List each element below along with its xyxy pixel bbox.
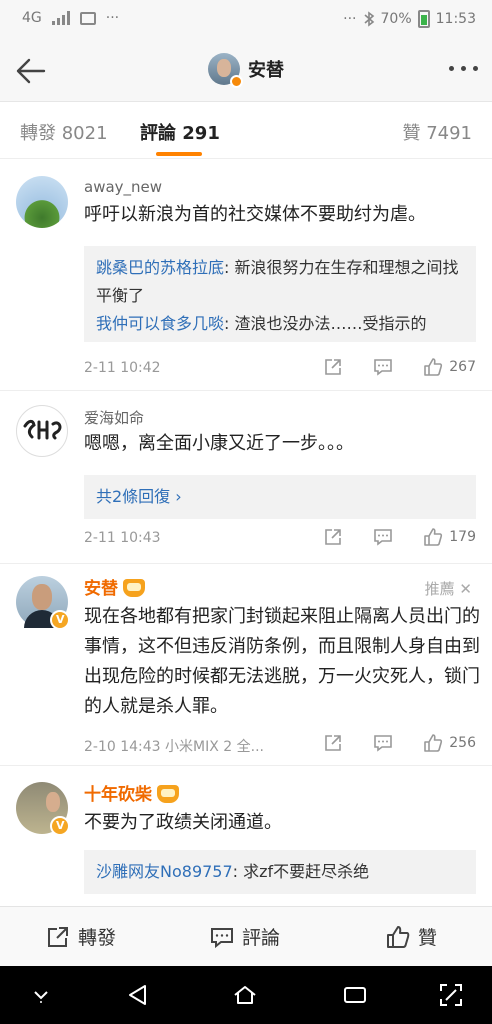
- repost-icon: [48, 926, 68, 947]
- repost-label: 轉發: [78, 927, 117, 949]
- reply-icon[interactable]: [373, 733, 393, 753]
- divider: [0, 390, 492, 391]
- comment-text: 嗯嗯，离全面小康又近了一步。。。: [84, 433, 354, 454]
- like-count: 267: [449, 359, 476, 375]
- vip-crown-icon: [123, 579, 145, 597]
- comment-time: 2-11 10:42: [84, 360, 161, 376]
- comment-username[interactable]: 爱海如命: [84, 407, 144, 428]
- reply-text: : 渣浪也没办法……受指示的: [224, 314, 427, 333]
- comment-meta: 2-11 10:42 267: [84, 357, 476, 381]
- tab-like[interactable]: 贊 7491: [402, 119, 472, 145]
- fullscreen-gesture-icon[interactable]: [438, 982, 464, 1008]
- home-icon[interactable]: [232, 982, 258, 1008]
- comment-time: 2-11 10:43: [84, 530, 161, 546]
- reply-username[interactable]: 沙雕网友No89757: [96, 862, 233, 881]
- avatar[interactable]: [16, 405, 68, 457]
- reply-username[interactable]: 跳桑巴的苏格拉底: [96, 258, 224, 277]
- hide-keyboard-icon[interactable]: [28, 982, 54, 1008]
- top-header: 安替: [0, 40, 492, 102]
- tab-comment[interactable]: 評論 291: [140, 119, 220, 145]
- comment-username-text: 安替: [84, 579, 118, 599]
- battery-percent: 70%: [380, 11, 412, 27]
- clock: 11:53: [435, 11, 476, 27]
- comment-text: 现在各地都有把家门封锁起来阻止隔离人员出门的事情，这不但违反消防条例，而且限制人…: [84, 606, 480, 717]
- tab-repost[interactable]: 轉發 8021: [20, 119, 108, 145]
- verified-badge-icon: [50, 816, 70, 836]
- share-icon[interactable]: [323, 357, 343, 377]
- like-label: 贊: [418, 927, 438, 949]
- header-profile[interactable]: 安替: [208, 53, 284, 88]
- verified-badge-icon: [230, 75, 243, 88]
- like-button[interactable]: 179: [423, 527, 476, 547]
- image-notification-icon: [79, 11, 96, 25]
- divider: [0, 563, 492, 564]
- network-indicator: 4G: [22, 10, 42, 26]
- recommend-dismiss[interactable]: 推薦 ✕: [425, 578, 472, 599]
- reply-box[interactable]: 共2條回復 ›: [84, 475, 476, 519]
- verified-badge-icon: [50, 610, 70, 630]
- repost-button[interactable]: 轉發: [46, 923, 116, 950]
- header-avatar[interactable]: [208, 53, 243, 88]
- comment-text: 不要为了政绩关闭通道。: [84, 812, 282, 833]
- avatar[interactable]: [16, 176, 68, 228]
- avatar[interactable]: [16, 782, 70, 836]
- comment-username-text: 十年砍柴: [84, 785, 152, 805]
- comment-username[interactable]: 十年砍柴: [84, 780, 179, 805]
- reply-item[interactable]: 我仲可以食多几啖: 渣浪也没办法……受指示的: [96, 310, 464, 338]
- comment-text: 呼吁以新浪为首的社交媒体不要助纣为虐。: [84, 204, 426, 225]
- reply-item[interactable]: 跳桑巴的苏格拉底: 新浪很努力在生存和理想之间找平衡了: [96, 254, 464, 310]
- comment-username[interactable]: away_new: [84, 178, 162, 196]
- comment-button[interactable]: 評論: [210, 923, 280, 950]
- like-button[interactable]: 267: [423, 357, 476, 377]
- like-button[interactable]: 256: [423, 733, 476, 753]
- recent-apps-icon[interactable]: [342, 982, 368, 1008]
- reply-text: : 求zf不要赶尽杀绝: [232, 862, 370, 881]
- reply-item[interactable]: 沙雕网友No89757: 求zf不要赶尽杀绝: [96, 858, 464, 886]
- status-bar: 4G ··· ··· 70% 11:53: [0, 0, 492, 40]
- reply-box[interactable]: 跳桑巴的苏格拉底: 新浪很努力在生存和理想之间找平衡了 我仲可以食多几啖: 渣浪…: [84, 246, 476, 342]
- signal-icon: [51, 11, 70, 25]
- share-icon[interactable]: [323, 527, 343, 547]
- comment-meta: 2-11 10:43 179: [84, 527, 476, 551]
- comment-icon: [211, 927, 233, 948]
- divider: [0, 765, 492, 766]
- view-more-replies-link[interactable]: 共2條回復 ›: [96, 487, 182, 506]
- thumbs-up-icon: [424, 528, 443, 546]
- system-nav-bar: [0, 966, 492, 1024]
- back-arrow-icon[interactable]: [14, 54, 48, 88]
- header-title: 安替: [248, 60, 284, 81]
- like-count: 179: [449, 529, 476, 545]
- status-more-left: ···: [105, 10, 120, 26]
- comment-label: 評論: [242, 927, 281, 949]
- tab-bar: 轉發 8021 評論 291 贊 7491: [0, 103, 492, 159]
- more-options-icon[interactable]: [449, 66, 478, 71]
- comment-meta: 2-10 14:43 小米MIX 2 全... 256: [84, 733, 476, 757]
- bottom-action-bar: 轉發 評論 贊: [0, 906, 492, 966]
- reply-username[interactable]: 我仲可以食多几啖: [96, 314, 224, 333]
- bluetooth-icon: [363, 11, 374, 27]
- back-icon[interactable]: [125, 982, 151, 1008]
- reply-box[interactable]: 沙雕网友No89757: 求zf不要赶尽杀绝: [84, 850, 476, 894]
- vip-crown-icon: [157, 785, 179, 803]
- avatar[interactable]: [16, 576, 70, 630]
- like-post-button[interactable]: 贊: [386, 923, 437, 950]
- comment-time: 2-10 14:43 小米MIX 2 全...: [84, 739, 264, 755]
- status-more-right: ···: [343, 11, 357, 27]
- comment-username[interactable]: 安替: [84, 574, 145, 599]
- like-count: 256: [449, 735, 476, 751]
- share-icon[interactable]: [323, 733, 343, 753]
- battery-icon: [417, 10, 430, 28]
- thumbs-up-icon: [424, 358, 443, 376]
- reply-icon[interactable]: [373, 357, 393, 377]
- reply-icon[interactable]: [373, 527, 393, 547]
- active-tab-indicator: [156, 152, 202, 156]
- thumbs-up-icon: [424, 734, 443, 752]
- sketch-avatar-icon: [23, 419, 62, 440]
- thumbs-up-icon: [387, 925, 410, 948]
